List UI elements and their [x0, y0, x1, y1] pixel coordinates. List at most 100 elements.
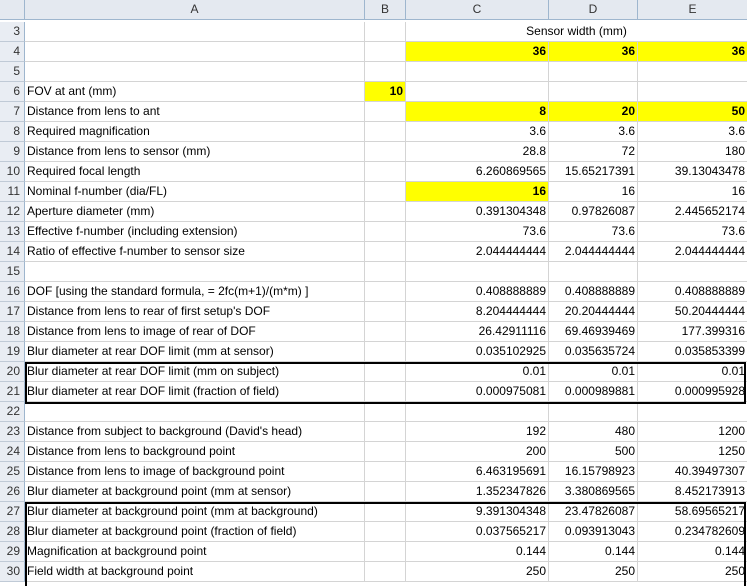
cell-c[interactable]: 0.144 — [406, 542, 549, 562]
cell-c[interactable]: 2.044444444 — [406, 242, 549, 262]
cell-b[interactable] — [365, 382, 406, 402]
cell-a[interactable]: Ratio of effective f-number to sensor si… — [25, 242, 365, 262]
cell-e[interactable] — [638, 262, 747, 282]
cell-a[interactable]: Required magnification — [25, 122, 365, 142]
cell-b[interactable] — [365, 42, 406, 62]
row-header[interactable]: 19 — [0, 342, 25, 362]
cell-a[interactable]: Distance from lens to ant — [25, 102, 365, 122]
cell-a[interactable]: Field width at background point — [25, 562, 365, 582]
row-header[interactable]: 9 — [0, 142, 25, 162]
cell-d[interactable]: 0.408888889 — [549, 282, 638, 302]
cell-c[interactable]: 36 — [406, 42, 549, 62]
cell-e[interactable]: 39.13043478 — [638, 162, 747, 182]
cell-c[interactable] — [406, 62, 549, 82]
row-header[interactable]: 6 — [0, 82, 25, 102]
row-header[interactable]: 23 — [0, 422, 25, 442]
row-header[interactable]: 12 — [0, 202, 25, 222]
cell-c[interactable]: 28.8 — [406, 142, 549, 162]
cell-d[interactable]: 16.15798923 — [549, 462, 638, 482]
row-header[interactable]: 25 — [0, 462, 25, 482]
cell-b[interactable] — [365, 462, 406, 482]
cell-d[interactable]: 23.47826087 — [549, 502, 638, 522]
cell-e[interactable]: 0.144 — [638, 542, 747, 562]
cell-a[interactable] — [25, 62, 365, 82]
cell-d[interactable]: 3.380869565 — [549, 482, 638, 502]
cell-b[interactable] — [365, 302, 406, 322]
cell-c[interactable]: 0.000975081 — [406, 382, 549, 402]
row-header[interactable]: 10 — [0, 162, 25, 182]
cell-b[interactable] — [365, 322, 406, 342]
cell-c[interactable]: 0.01 — [406, 362, 549, 382]
row-header[interactable]: 24 — [0, 442, 25, 462]
cell-c[interactable]: 73.6 — [406, 222, 549, 242]
cell-a[interactable]: Blur diameter at background point (mm at… — [25, 482, 365, 502]
cell-b[interactable] — [365, 62, 406, 82]
cell-b[interactable] — [365, 242, 406, 262]
cell-d[interactable]: 20.20444444 — [549, 302, 638, 322]
cell-c[interactable]: 9.391304348 — [406, 502, 549, 522]
cell-e[interactable]: 2.445652174 — [638, 202, 747, 222]
cell-a[interactable]: Blur diameter at rear DOF limit (fractio… — [25, 382, 365, 402]
cell-c[interactable]: 3.6 — [406, 122, 549, 142]
cell-a[interactable]: Blur diameter at background point (fract… — [25, 522, 365, 542]
cell-a[interactable]: Magnification at background point — [25, 542, 365, 562]
row-header[interactable]: 22 — [0, 402, 25, 422]
cell-e[interactable]: 250 — [638, 562, 747, 582]
cell-e[interactable]: 177.399316 — [638, 322, 747, 342]
cell-e[interactable]: 0.000995928 — [638, 382, 747, 402]
cell-a[interactable]: Required focal length — [25, 162, 365, 182]
cell-a[interactable]: Effective f-number (including extension) — [25, 222, 365, 242]
row-header[interactable]: 26 — [0, 482, 25, 502]
cell-b[interactable]: 10 — [365, 82, 406, 102]
cell-b[interactable] — [365, 222, 406, 242]
row-header[interactable]: 20 — [0, 362, 25, 382]
row-header[interactable]: 5 — [0, 62, 25, 82]
cell-a[interactable] — [25, 402, 365, 422]
cell-b[interactable] — [365, 402, 406, 422]
cell-d[interactable]: 69.46939469 — [549, 322, 638, 342]
cell-b[interactable] — [365, 502, 406, 522]
cell-c[interactable]: 250 — [406, 562, 549, 582]
cell-e[interactable]: 8.452173913 — [638, 482, 747, 502]
cell-e[interactable] — [638, 82, 747, 102]
row-header[interactable]: 11 — [0, 182, 25, 202]
cell-d[interactable]: 0.01 — [549, 362, 638, 382]
cell-c[interactable]: 200 — [406, 442, 549, 462]
cell-e[interactable]: 58.69565217 — [638, 502, 747, 522]
cell-d[interactable]: 72 — [549, 142, 638, 162]
cell-d[interactable]: 3.6 — [549, 122, 638, 142]
cell-d[interactable]: 0.035635724 — [549, 342, 638, 362]
cell-e[interactable]: 180 — [638, 142, 747, 162]
row-header[interactable]: 29 — [0, 542, 25, 562]
cell-e[interactable]: 36 — [638, 42, 747, 62]
cell-e[interactable]: 0.035853399 — [638, 342, 747, 362]
cell-c[interactable]: 0.035102925 — [406, 342, 549, 362]
cell-d[interactable]: 0.093913043 — [549, 522, 638, 542]
cell-a[interactable]: Distance from lens to image of backgroun… — [25, 462, 365, 482]
cell-a[interactable]: DOF [using the standard formula, = 2fc(m… — [25, 282, 365, 302]
column-header-b[interactable]: B — [365, 0, 406, 20]
cell-b[interactable] — [365, 262, 406, 282]
cell-e[interactable]: 50 — [638, 102, 747, 122]
cell-e[interactable]: 40.39497307 — [638, 462, 747, 482]
cell-c[interactable]: 8.204444444 — [406, 302, 549, 322]
cell-d[interactable] — [549, 62, 638, 82]
cell-d[interactable]: 73.6 — [549, 222, 638, 242]
cell-a[interactable]: Distance from subject to background (Dav… — [25, 422, 365, 442]
cell-b[interactable] — [365, 282, 406, 302]
row-header[interactable]: 8 — [0, 122, 25, 142]
row-header[interactable]: 18 — [0, 322, 25, 342]
cell-d[interactable]: 15.65217391 — [549, 162, 638, 182]
cell-c[interactable] — [406, 82, 549, 102]
cell-b[interactable] — [365, 362, 406, 382]
row-header[interactable]: 28 — [0, 522, 25, 542]
cell-d[interactable] — [549, 402, 638, 422]
cell-c[interactable] — [406, 262, 549, 282]
row-header[interactable]: 14 — [0, 242, 25, 262]
cell-d[interactable]: 0.97826087 — [549, 202, 638, 222]
cell-a[interactable]: Distance from lens to sensor (mm) — [25, 142, 365, 162]
cell-e[interactable]: 50.20444444 — [638, 302, 747, 322]
cell-a[interactable]: Distance from lens to image of rear of D… — [25, 322, 365, 342]
cell-a[interactable] — [25, 42, 365, 62]
cell-e[interactable]: 0.01 — [638, 362, 747, 382]
